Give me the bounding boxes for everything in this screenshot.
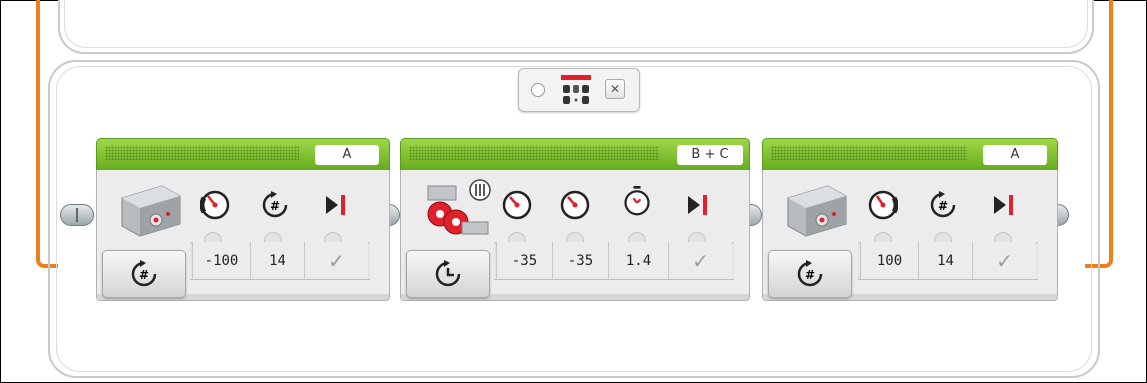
rotations-mode-icon: #	[131, 260, 157, 287]
rotations-mode-icon: #	[797, 260, 823, 287]
large-motor-block-1[interactable]: A # -100 14 ✓ #	[96, 138, 390, 301]
brick-buttons-icon	[561, 75, 591, 104]
seconds-mode-icon	[435, 260, 461, 287]
block-header[interactable]: A	[96, 138, 390, 170]
power-value[interactable]: 100	[860, 242, 918, 280]
block-header[interactable]: A	[762, 138, 1058, 170]
large-motor-block-2[interactable]: A # 100 14 ✓ #	[762, 138, 1058, 301]
large-motor-icon	[121, 185, 181, 237]
mode-selector-button[interactable]: #	[768, 250, 852, 298]
loop-case-top-inner	[64, 0, 1088, 48]
port-selector[interactable]: A	[983, 145, 1047, 165]
sequence-connector-start[interactable]	[60, 204, 94, 226]
rotations-value[interactable]: 14	[918, 242, 972, 280]
brake-checkbox[interactable]: ✓	[304, 242, 368, 280]
rotations-icon: #	[262, 191, 288, 218]
block-header-grip	[409, 146, 659, 160]
seconds-timer-icon	[624, 186, 650, 216]
rotations-icon: #	[930, 191, 956, 218]
brake-at-end-icon	[994, 195, 1013, 215]
svg-text:#: #	[805, 268, 815, 282]
default-case-radio[interactable]	[531, 83, 545, 97]
large-motor-icon	[787, 185, 847, 237]
port-selector[interactable]: A	[315, 145, 379, 165]
power-gauge-icon	[200, 190, 230, 220]
block-header-grip	[105, 146, 299, 160]
power-gauge-icon	[868, 190, 898, 220]
svg-text:#: #	[139, 268, 149, 282]
block-header-grip	[771, 146, 967, 160]
port-selector[interactable]: B + C	[677, 145, 743, 165]
rotations-value[interactable]: 14	[250, 242, 304, 280]
brake-at-end-icon	[326, 195, 345, 215]
move-tank-block[interactable]: B + C -35 -35 1.4 ✓	[400, 138, 750, 301]
mode-selector-button[interactable]: #	[102, 250, 186, 298]
svg-text:#: #	[270, 199, 280, 213]
brake-at-end-icon	[688, 195, 707, 215]
power-left-value[interactable]: -35	[496, 242, 552, 280]
svg-text:#: #	[938, 199, 948, 213]
power-value[interactable]: -100	[192, 242, 250, 280]
power-left-icon	[502, 190, 532, 220]
brake-checkbox[interactable]: ✓	[972, 242, 1036, 280]
move-tank-icon	[427, 179, 491, 235]
block-header[interactable]: B + C	[400, 138, 750, 170]
brake-checkbox[interactable]: ✓	[668, 242, 732, 280]
power-right-icon	[560, 190, 590, 220]
mode-selector-button[interactable]	[406, 250, 490, 298]
case-selector-tab[interactable]: ✕	[518, 68, 640, 112]
close-case-button[interactable]: ✕	[605, 79, 625, 99]
seconds-value[interactable]: 1.4	[608, 242, 668, 280]
power-right-value[interactable]: -35	[552, 242, 608, 280]
